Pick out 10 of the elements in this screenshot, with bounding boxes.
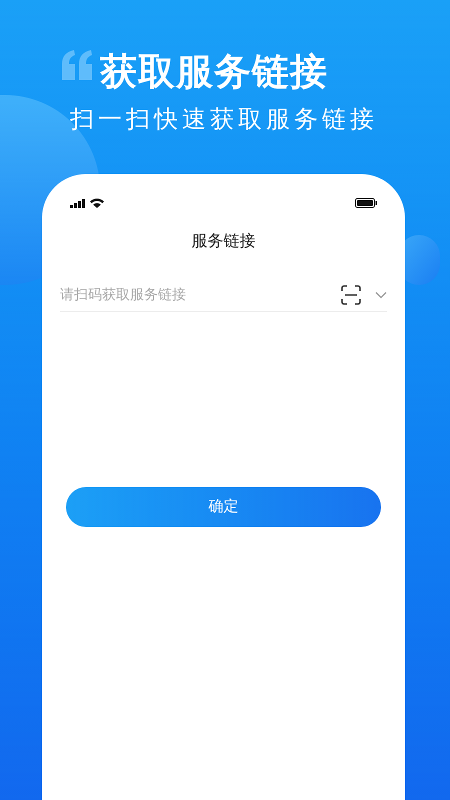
subtitle: 扫一扫快速获取服务链接 xyxy=(69,105,379,135)
screen-title: 服务链接 xyxy=(190,232,256,252)
battery-icon xyxy=(355,198,377,208)
confirm-button[interactable]: 确定 xyxy=(66,487,381,527)
signal-icon xyxy=(70,199,86,208)
chevron-down-icon[interactable] xyxy=(375,290,387,298)
scan-icon[interactable] xyxy=(341,284,361,304)
headline: 获取服务链接 xyxy=(100,50,328,94)
wifi-icon xyxy=(90,198,104,208)
link-field[interactable]: 请扫码获取服务链接 xyxy=(60,284,341,305)
